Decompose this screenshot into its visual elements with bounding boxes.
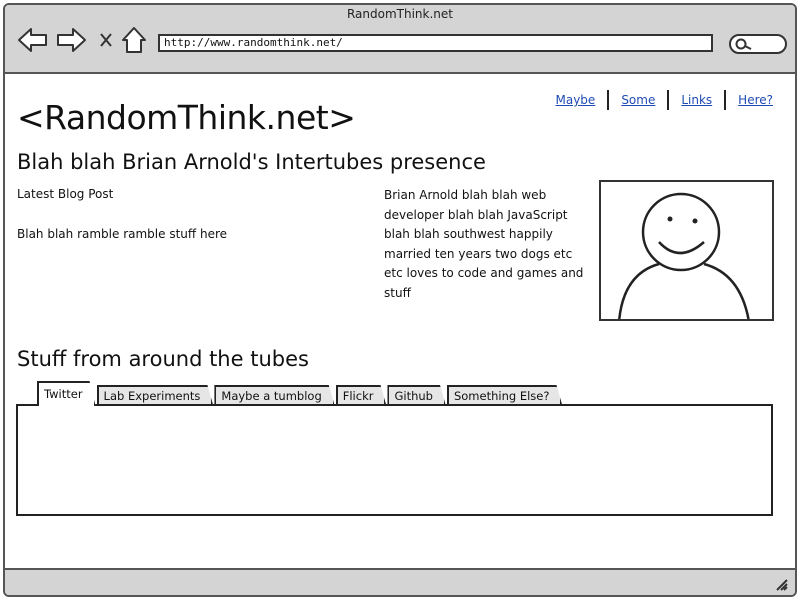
avatar (599, 180, 774, 321)
section-title: Stuff from around the tubes (17, 347, 309, 371)
nav-link-maybe[interactable]: Maybe (544, 90, 610, 110)
nav-link-some[interactable]: Some (609, 90, 670, 110)
home-icon[interactable] (120, 25, 150, 55)
site-nav: Maybe Some Links Here? (544, 90, 773, 110)
page-content: <RandomThink.net> Maybe Some Links Here?… (5, 74, 795, 570)
page-subtitle: Blah blah Brian Arnold's Intertubes pres… (17, 150, 486, 174)
tab-lab-experiments[interactable]: Lab Experiments (97, 385, 214, 406)
tab-something-else[interactable]: Something Else? (447, 385, 562, 406)
tab-panel (16, 404, 773, 516)
browser-window: RandomThink.net http://www.randomthink.n… (3, 3, 797, 597)
search-icon (735, 38, 752, 50)
bio-text: Brian Arnold blah blah web developer bla… (384, 188, 584, 300)
tab-github[interactable]: Github (387, 385, 446, 406)
site-title: <RandomThink.net> (17, 98, 356, 137)
tab-twitter[interactable]: Twitter (37, 381, 96, 406)
nav-link-links[interactable]: Links (669, 90, 727, 110)
window-title: RandomThink.net (346, 7, 453, 21)
url-bar[interactable]: http://www.randomthink.net/ (158, 34, 713, 52)
forward-arrow-icon[interactable] (55, 25, 86, 55)
back-arrow-icon[interactable] (17, 25, 47, 55)
search-field[interactable] (729, 34, 787, 54)
tab-flickr[interactable]: Flickr (336, 385, 387, 406)
status-bar (5, 568, 795, 595)
blog-post-heading: Latest Blog Post (17, 187, 114, 201)
tab-tumblog[interactable]: Maybe a tumblog (214, 385, 334, 406)
browser-toolbar: RandomThink.net http://www.randomthink.n… (5, 5, 795, 74)
nav-link-here[interactable]: Here? (726, 90, 773, 110)
tab-bar: Twitter Lab Experiments Maybe a tumblog … (37, 380, 563, 406)
blog-post-body: Blah blah ramble ramble stuff here (17, 227, 227, 241)
resize-grip-icon[interactable] (773, 576, 789, 592)
smiley-face-icon (618, 192, 750, 319)
